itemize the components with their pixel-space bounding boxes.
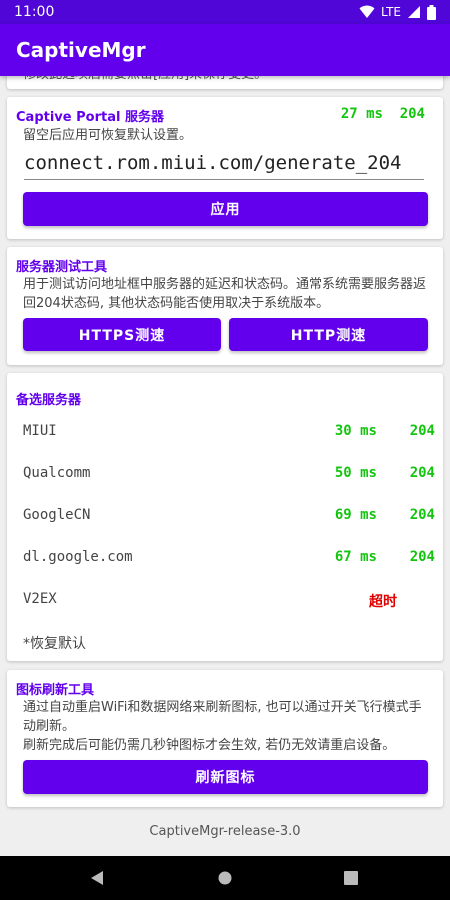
icon-refresh-note: 刷新完成后可能仍需几秒钟图标才会生效, 若仍无效请重启设备。	[23, 738, 396, 753]
portal-title: Captive Portal 服务器	[16, 110, 164, 125]
status-bar: 11:00 LTE	[0, 0, 450, 24]
battery-icon	[427, 4, 436, 20]
server-status-code: 204	[409, 507, 435, 523]
home-icon[interactable]	[218, 871, 232, 885]
signal-icon	[408, 6, 420, 18]
portal-card: Captive Portal 服务器 27 ms 204 留空后应用可恢复默认设…	[7, 97, 443, 239]
server-item-dl-google[interactable]: dl.google.com 67 ms 204	[23, 549, 435, 569]
test-tool-desc: 用于测试访问地址框中服务器的延迟和状态码。通常系统需要服务器返回204状态码, …	[23, 277, 427, 311]
network-type: LTE	[381, 5, 401, 19]
server-name: Qualcomm	[23, 465, 91, 481]
restore-default-label: *恢复默认	[23, 636, 86, 652]
server-latency: 69 ms	[334, 507, 377, 523]
wifi-icon	[359, 5, 375, 18]
server-latency: 30 ms	[334, 423, 377, 439]
portal-hint: 留空后应用可恢复默认设置。	[23, 128, 193, 143]
server-status-code: 204	[409, 465, 435, 481]
navigation-bar	[0, 856, 450, 900]
server-item-googlecn[interactable]: GoogleCN 69 ms 204	[23, 507, 435, 527]
server-name: dl.google.com	[23, 549, 133, 565]
server-name: GoogleCN	[23, 507, 91, 523]
status-time: 11:00	[14, 4, 55, 20]
http-test-button[interactable]: HTTP测速	[229, 318, 428, 351]
partial-hint-text: 修改此选项后需要点击[应用]来保存变更。	[23, 76, 267, 84]
server-timeout-status: 超时	[369, 594, 397, 610]
https-test-button[interactable]: HTTPS测速	[23, 318, 221, 351]
icon-refresh-title: 图标刷新工具	[16, 683, 95, 698]
server-item-miui[interactable]: MIUI 30 ms 204	[23, 423, 435, 443]
server-item-v2ex[interactable]: V2EX 超时	[23, 591, 435, 611]
server-status-code: 204	[409, 423, 435, 439]
server-item-qualcomm[interactable]: Qualcomm 50 ms 204	[23, 465, 435, 485]
version-label: CaptiveMgr-release-3.0	[149, 824, 301, 839]
server-name: V2EX	[23, 591, 57, 607]
refresh-icon-button[interactable]: 刷新图标	[23, 760, 428, 794]
scroll-content[interactable]: 修改此选项后需要点击[应用]来保存变更。 Captive Portal 服务器 …	[0, 76, 450, 856]
server-url-value: connect.rom.miui.com/generate_204	[24, 152, 402, 174]
icon-refresh-card: 图标刷新工具 通过自动重启WiFi和数据网络来刷新图标, 也可以通过开关飞行模式…	[7, 670, 443, 807]
server-url-input[interactable]: connect.rom.miui.com/generate_204	[24, 152, 424, 180]
icon-refresh-desc: 通过自动重启WiFi和数据网络来刷新图标, 也可以通过开关飞行模式手动刷新。	[23, 700, 422, 734]
portal-latency: 27 ms	[340, 106, 383, 122]
server-name: MIUI	[23, 423, 57, 439]
test-tool-card: 服务器测试工具 用于测试访问地址框中服务器的延迟和状态码。通常系统需要服务器返回…	[7, 247, 443, 365]
server-latency: 50 ms	[334, 465, 377, 481]
server-status-code: 204	[409, 549, 435, 565]
app-bar: CaptiveMgr	[0, 24, 450, 76]
restore-default-item[interactable]: *恢复默认	[23, 633, 435, 653]
alt-servers-title: 备选服务器	[16, 393, 82, 408]
recents-icon[interactable]	[344, 871, 358, 885]
test-tool-title: 服务器测试工具	[16, 260, 108, 275]
status-icons: LTE	[359, 4, 436, 20]
app-title: CaptiveMgr	[16, 38, 146, 62]
back-icon[interactable]	[89, 870, 105, 886]
settings-card-partial: 修改此选项后需要点击[应用]来保存变更。	[7, 76, 443, 89]
server-latency: 67 ms	[334, 549, 377, 565]
portal-status-code: 204	[399, 106, 425, 122]
alt-servers-card: 备选服务器 MIUI 30 ms 204 Qualcomm 50 ms 204 …	[7, 373, 443, 661]
apply-button[interactable]: 应用	[23, 192, 428, 226]
